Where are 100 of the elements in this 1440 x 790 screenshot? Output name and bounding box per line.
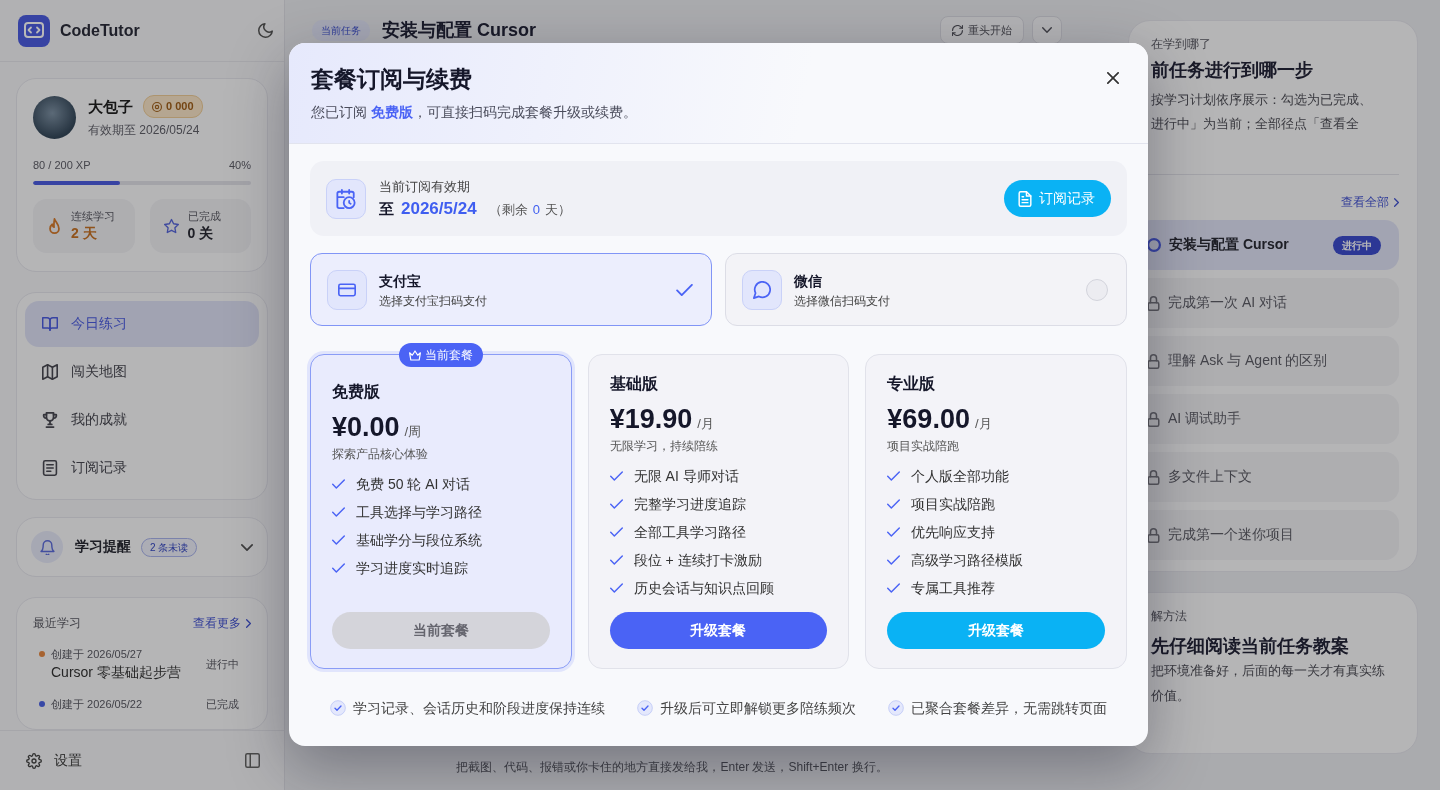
task-tag: 当前任务 (312, 19, 370, 41)
check-icon (887, 555, 901, 565)
payment-option[interactable]: 微信 选择微信扫码支付 (725, 253, 1127, 326)
plan-button[interactable]: 升级套餐 (609, 612, 828, 649)
lock-icon (1147, 353, 1160, 369)
settings-button[interactable]: 设置 (26, 751, 82, 770)
feature-text: 项目实战陪跑 (911, 495, 996, 514)
view-more-link[interactable]: 查看更多 (193, 614, 251, 632)
feature-text: 段位 + 连续打卡激励 (633, 551, 762, 570)
chevron-down-icon[interactable] (241, 543, 253, 551)
document-icon (42, 460, 58, 476)
panel-description: 进行中」为当前；全部径点「查看全 (1151, 115, 1360, 133)
check-icon (609, 499, 623, 509)
credit-card-icon (327, 269, 367, 310)
coin-icon (152, 101, 162, 112)
nav-item[interactable]: 订阅记录 (25, 445, 259, 491)
close-icon (1107, 72, 1119, 84)
note-text: 升级后可立即解锁更多陪练频次 (660, 699, 856, 718)
status-dot (39, 651, 45, 657)
status-dot (39, 701, 45, 707)
lock-icon (1147, 411, 1160, 427)
restart-button[interactable]: 重头开始 (940, 16, 1024, 44)
close-button[interactable] (1106, 71, 1120, 85)
expiry-date: 2026/5/24 (401, 199, 477, 219)
note-text: 已聚合套餐差异，无需跳转页面 (911, 699, 1107, 718)
crown-icon (408, 349, 421, 361)
nav-item[interactable]: 我的成就 (25, 397, 259, 443)
sidebar-toggle-icon[interactable] (245, 753, 260, 768)
user-name: 大包子 (88, 96, 133, 117)
flame-icon (47, 218, 62, 234)
badge-label: 0 000 (166, 100, 194, 113)
check-circle-icon (888, 700, 904, 716)
feature-text: 高级学习路径模版 (911, 551, 1024, 570)
radio-circle[interactable] (1086, 278, 1108, 301)
validity-prefix: 至 (379, 200, 394, 219)
feature-text: 基础学分与段位系统 (356, 531, 482, 550)
check-icon (609, 555, 623, 565)
star-icon (163, 218, 179, 234)
settings-icon (26, 752, 42, 769)
dialog-subtitle: 您已订阅 免费版，可直接扫码完成套餐升级或续费。 (311, 104, 637, 122)
feature-text: 免费 50 轮 AI 对话 (356, 475, 471, 494)
remaining-unit: 天） (544, 201, 571, 219)
feature-text: 个人版全部功能 (911, 467, 1010, 486)
course-status: 已完成 (206, 696, 239, 712)
check-icon (609, 527, 623, 537)
course-title[interactable]: Cursor 零基础起步营 (39, 662, 181, 682)
document-icon (1018, 190, 1032, 207)
check-circle-icon (330, 700, 346, 716)
calendar-clock-icon (326, 178, 366, 219)
stat-label: 连续学习 (71, 209, 115, 224)
view-all-link[interactable]: 查看全部 (1341, 193, 1399, 211)
plan-name: 专业版 (887, 374, 937, 394)
chevron-down-icon (1042, 27, 1052, 33)
check-icon (887, 527, 901, 537)
nav-item[interactable]: 今日练习 (25, 301, 259, 347)
check-icon (887, 499, 901, 509)
status-badge: 进行中 (1333, 235, 1381, 255)
created-date: 创建于 2026/05/27 (51, 647, 143, 662)
remaining-label: （剩余 (488, 201, 528, 219)
plan-price: ¥69.00 (887, 403, 970, 435)
stat-value: 2 天 (71, 224, 98, 243)
check-icon (332, 479, 345, 489)
expand-button[interactable] (1032, 16, 1062, 44)
plan-tagline: 项目实战陪跑 (887, 438, 961, 455)
logo-icon (18, 14, 50, 47)
panel-title: 前任务进行到哪一步 (1151, 59, 1314, 82)
feature-text: 完整学习进度追踪 (633, 495, 746, 514)
validity-label: 当前订阅有效期 (379, 178, 471, 196)
chevron-right-icon (1394, 197, 1399, 207)
plan-tagline: 无限学习，持续陪练 (609, 438, 719, 455)
xp-percent: 40% (228, 158, 251, 173)
panel-label: 在学到哪了 (1151, 36, 1212, 53)
chat-bubble-icon (742, 269, 782, 310)
check-icon (609, 471, 623, 481)
panel-description: 价值。 (1151, 687, 1191, 705)
feature-text: 专属工具推荐 (911, 579, 996, 598)
check-icon (332, 535, 345, 545)
badge-label: 当前套餐 (424, 346, 473, 364)
plan-name: 免费版 (332, 382, 381, 402)
task-title: 安装与配置 Cursor (382, 19, 536, 42)
payment-name: 支付宝 (379, 271, 422, 291)
panel-description: 按学习计划依序展示：勾选为已完成、 (1151, 91, 1373, 109)
nav-item[interactable]: 闯关地图 (25, 349, 259, 395)
section-title: 最近学习 (33, 615, 81, 632)
ring-icon (1147, 238, 1161, 252)
course-status: 进行中 (206, 656, 239, 672)
payment-option[interactable]: 支付宝 选择支付宝扫码支付 (310, 253, 712, 326)
feature-text: 优先响应支持 (911, 523, 996, 542)
lock-icon (1147, 469, 1160, 485)
panel-label: 解方法 (1151, 608, 1188, 625)
trophy-icon (42, 412, 58, 428)
lock-icon (1147, 295, 1160, 311)
dialog-title: 套餐订阅与续费 (311, 65, 473, 94)
stat-label: 已完成 (187, 209, 221, 224)
note-text: 学习记录、会话历史和阶段进度保持连续 (353, 699, 605, 718)
reminder-card[interactable]: 学习提醒 2 条未读 (16, 517, 268, 577)
moon-icon[interactable] (258, 23, 273, 38)
plan-name: 基础版 (609, 374, 659, 394)
plan-tagline: 探索产品核心体验 (332, 446, 429, 463)
check-icon (332, 507, 345, 517)
